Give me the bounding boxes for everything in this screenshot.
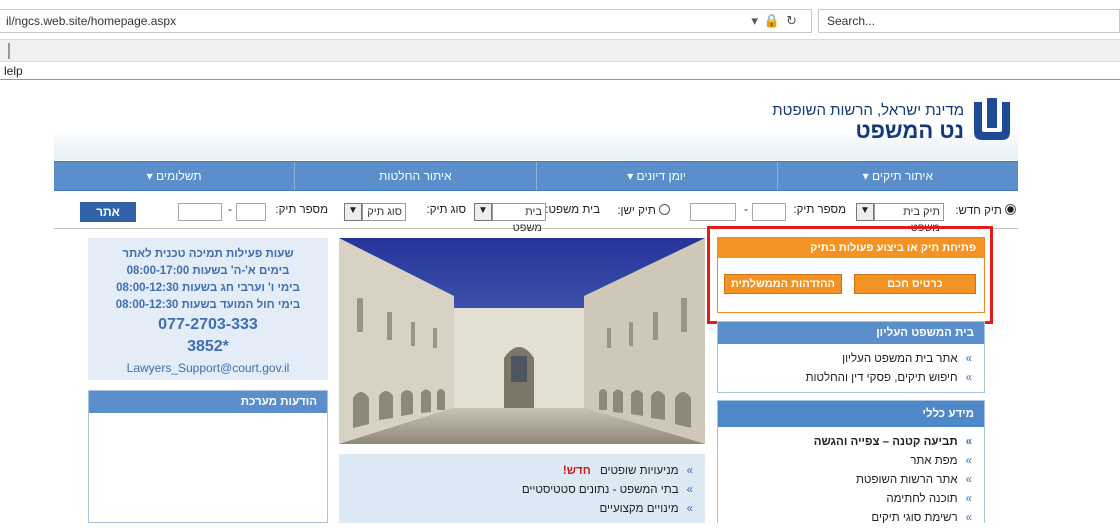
menu-help[interactable]: lelp <box>4 64 23 78</box>
double-chevron-icon: » <box>965 372 972 384</box>
list-item[interactable]: » אתר בית המשפט העליון <box>718 350 984 369</box>
org-name: מדינת ישראל, הרשות השופטת <box>772 102 964 119</box>
list-item[interactable]: » מניעויות שופטים חדש! <box>339 462 705 481</box>
nav-decisions[interactable]: איתור החלטות <box>294 162 535 190</box>
search-go-button[interactable]: אתר <box>80 202 136 222</box>
site-banner: מדינת ישראל, הרשות השופטת נט המשפט <box>54 90 1018 160</box>
double-chevron-icon: » <box>686 503 693 515</box>
list-item[interactable]: » תביעה קטנה – צפייה והגשה <box>718 433 984 452</box>
site-title[interactable]: מדינת ישראל, הרשות השופטת נט המשפט <box>772 102 964 143</box>
tab-separator <box>8 43 10 59</box>
list-item[interactable]: » חיפוש תיקים, פסקי דין והחלטות <box>718 369 984 388</box>
search-placeholder[interactable]: Search... <box>827 14 875 28</box>
court-select[interactable]: בית משפט <box>492 203 546 234</box>
case-number-label: מספר תיק: <box>793 204 846 216</box>
double-chevron-icon: » <box>965 455 972 467</box>
general-info-panel: מידע כללי » תביעה קטנה – צפייה והגשה » מפת… <box>717 400 985 524</box>
highlight-frame <box>707 226 993 324</box>
nav-find-cases[interactable]: איתור תיקים ▾ <box>776 162 1018 190</box>
link-supreme-site[interactable]: אתר בית המשפט העליון <box>842 353 958 365</box>
logo-icon[interactable] <box>970 96 1014 144</box>
middle-links-panel: » מניעויות שופטים חדש! » בתי המשפט - נתוני… <box>339 454 705 523</box>
site-name: נט המשפט <box>855 118 964 143</box>
type-select[interactable]: סוג תיק <box>362 203 406 221</box>
new-case-option[interactable]: תיק חדש: <box>955 204 1016 217</box>
link-judiciary-site[interactable]: אתר הרשות השופטת <box>856 474 958 486</box>
link-professional-appointments[interactable]: מינויים מקצועיים <box>599 503 678 515</box>
list-item[interactable]: » מפת אתר <box>718 452 984 471</box>
support-hours-friday: בימי ו' וערבי חג בשעות 08:00-12:30 <box>116 282 300 294</box>
supreme-court-panel: בית המשפט העליון » אתר בית המשפט העליון »… <box>717 321 985 393</box>
link-supreme-search[interactable]: חיפוש תיקים, פסקי דין והחלטות <box>806 372 958 384</box>
link-case-types[interactable]: רשימת סוגי תיקים <box>871 512 957 524</box>
chevron-down-icon[interactable]: ▼ <box>344 203 362 221</box>
case-type-select[interactable]: תיק בית משפט <box>874 203 944 234</box>
double-chevron-icon: » <box>965 474 972 486</box>
address-bar[interactable]: il/ngcs.web.site/homepage.aspx ▾🔒↻ <box>0 9 812 33</box>
link-court-statistics[interactable]: בתי המשפט - נתונים סטטיסטיים <box>522 484 679 496</box>
link-judge-recusals[interactable]: מניעויות שופטים <box>600 465 679 477</box>
link-signing-software[interactable]: תוכנה לחתימה <box>886 493 957 505</box>
old-case-number-part2[interactable] <box>178 203 222 221</box>
system-messages-title: הודעות מערכת <box>89 391 327 413</box>
dash-1: - <box>744 204 748 216</box>
double-chevron-icon: » <box>965 353 972 365</box>
list-item[interactable]: » תוכנה לחתימה <box>718 490 984 509</box>
refresh-icon[interactable]: ↻ <box>786 13 803 28</box>
case-number-part1[interactable] <box>752 203 786 221</box>
new-badge: חדש! <box>562 465 591 477</box>
double-chevron-icon: » <box>965 436 972 448</box>
list-item[interactable]: » אתר הרשות השופטת <box>718 471 984 490</box>
new-case-label: תיק חדש: <box>955 205 1002 217</box>
address-text[interactable]: il/ngcs.web.site/homepage.aspx <box>6 14 176 28</box>
main-nav: איתור תיקים ▾ יומן דיונים ▾ איתור החלטות… <box>54 161 1018 191</box>
case-number-part2[interactable] <box>690 203 736 221</box>
support-email[interactable]: Lawyers_Support@court.gov.il <box>88 358 328 378</box>
support-hours-holiday: בימי חול המועד בשעות 08:00-12:30 <box>115 299 301 311</box>
menu-bar: lelp <box>0 62 1120 80</box>
type-label: סוג תיק: <box>426 204 467 216</box>
nav-hearings[interactable]: יומן דיונים ▾ <box>535 162 777 190</box>
old-case-number-part1[interactable] <box>236 203 266 221</box>
dropdown-icon[interactable]: ▾ <box>751 13 764 28</box>
double-chevron-icon: » <box>965 512 972 524</box>
case-search-bar: תיק חדש: תיק בית משפט ▼ מספר תיק: - תיק … <box>54 195 1018 234</box>
nav-payments[interactable]: תשלומים ▾ <box>54 162 294 190</box>
lock-icon: 🔒 <box>763 13 787 28</box>
dash-2: - <box>228 204 232 216</box>
chevron-down-icon[interactable]: ▼ <box>856 203 874 221</box>
address-bar-icons: ▾🔒↻ <box>751 13 803 29</box>
double-chevron-icon: » <box>686 465 693 477</box>
case-number-label-2: מספר תיק: <box>275 204 328 216</box>
new-case-radio[interactable] <box>1005 204 1016 215</box>
tab-strip <box>0 40 1120 62</box>
old-case-option[interactable]: תיק ישן: <box>617 204 670 217</box>
list-item[interactable]: » בתי המשפט - נתונים סטטיסטיים <box>339 481 705 500</box>
old-case-radio[interactable] <box>659 204 670 215</box>
court-label: בית משפט: <box>545 204 600 216</box>
system-messages-panel: הודעות מערכת <box>88 390 328 523</box>
link-small-claims[interactable]: תביעה קטנה – צפייה והגשה <box>814 436 958 448</box>
double-chevron-icon: » <box>965 493 972 505</box>
browser-search-field[interactable]: Search... <box>818 9 1120 33</box>
list-item[interactable]: » רשימת סוגי תיקים <box>718 509 984 528</box>
chevron-down-icon[interactable]: ▼ <box>474 203 492 221</box>
court-site: מדינת ישראל, הרשות השופטת נט המשפט איתור… <box>52 80 1020 524</box>
support-hours-weekdays: בימים א'-ה' בשעות 08:00-17:00 <box>126 265 290 277</box>
support-short-phone: *3852 <box>187 338 229 355</box>
browser-toolbar: il/ngcs.web.site/homepage.aspx ▾🔒↻ Searc… <box>0 0 1120 40</box>
supreme-court-title: בית המשפט העליון <box>718 322 984 344</box>
general-info-title: מידע כללי <box>718 401 984 427</box>
link-site-map[interactable]: מפת אתר <box>910 455 957 467</box>
list-item[interactable]: » מינויים מקצועיים <box>339 500 705 519</box>
support-phone: 077-2703-333 <box>158 316 258 333</box>
support-hours-title: שעות פעילות תמיכה טכנית לאתר <box>122 248 294 260</box>
old-case-label: תיק ישן: <box>617 205 656 217</box>
courthouse-photo <box>339 238 705 444</box>
support-info-box: שעות פעילות תמיכה טכנית לאתר בימים א'-ה'… <box>88 238 328 380</box>
double-chevron-icon: » <box>686 484 693 496</box>
